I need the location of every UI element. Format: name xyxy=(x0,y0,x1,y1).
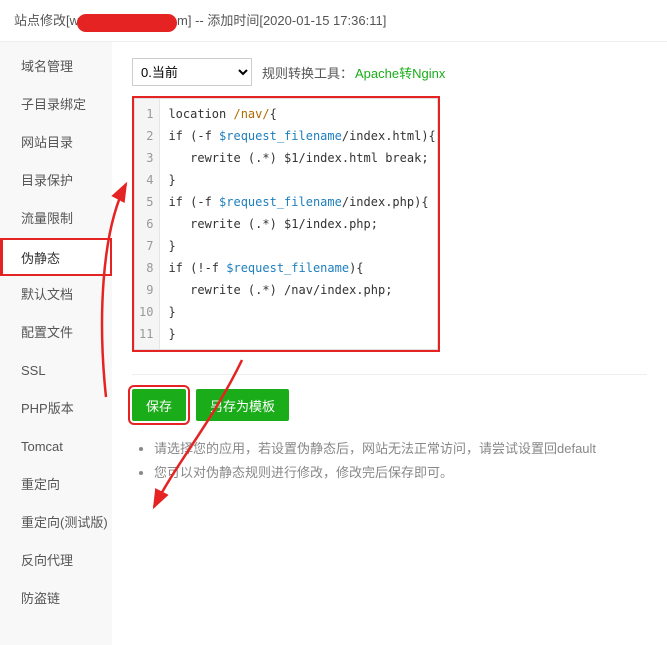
help-tips: 请选择您的应用，若设置伪静态后，网站无法正常访问，请尝试设置回default您可… xyxy=(132,437,647,485)
code-line: rewrite (.*) $1/index.html break; xyxy=(168,147,435,169)
title-suffix: m] -- 添加时间[2020-01-15 17:36:11] xyxy=(177,0,386,42)
apache-to-nginx-link[interactable]: Apache转Nginx xyxy=(355,63,445,82)
sidebar-item-7[interactable]: 配置文件 xyxy=(0,314,112,352)
sidebar-item-14[interactable]: 防盗链 xyxy=(0,580,112,618)
sidebar: 域名管理子目录绑定网站目录目录保护流量限制伪静态默认文档配置文件SSLPHP版本… xyxy=(0,42,112,645)
code-line: rewrite (.*) /nav/index.php; xyxy=(168,279,435,301)
sidebar-item-0[interactable]: 域名管理 xyxy=(0,48,112,86)
code-line: } xyxy=(168,301,435,323)
line-number: 2 xyxy=(139,125,153,147)
line-gutter: 1234567891011 xyxy=(135,99,160,349)
line-number: 8 xyxy=(139,257,153,279)
sidebar-item-3[interactable]: 目录保护 xyxy=(0,162,112,200)
line-number: 10 xyxy=(139,301,153,323)
line-number: 5 xyxy=(139,191,153,213)
sidebar-item-2[interactable]: 网站目录 xyxy=(0,124,112,162)
code-line: if (!-f $request_filename){ xyxy=(168,257,435,279)
sidebar-item-9[interactable]: PHP版本 xyxy=(0,390,112,428)
sidebar-item-10[interactable]: Tomcat xyxy=(0,428,112,466)
code-area[interactable]: location /nav/{if (-f $request_filename/… xyxy=(160,99,443,349)
sidebar-item-8[interactable]: SSL xyxy=(0,352,112,390)
title-prefix: 站点修改[w xyxy=(14,0,79,42)
redacted-domain xyxy=(77,14,177,32)
sidebar-item-4[interactable]: 流量限制 xyxy=(0,200,112,238)
sidebar-item-12[interactable]: 重定向(测试版) xyxy=(0,504,112,542)
code-line: if (-f $request_filename/index.php){ xyxy=(168,191,435,213)
code-line: location /nav/{ xyxy=(168,103,435,125)
sidebar-item-1[interactable]: 子目录绑定 xyxy=(0,86,112,124)
template-select[interactable]: 0.当前 xyxy=(132,58,252,86)
code-line: } xyxy=(168,323,435,345)
sidebar-item-13[interactable]: 反向代理 xyxy=(0,542,112,580)
tip-item: 您可以对伪静态规则进行修改，修改完后保存即可。 xyxy=(154,461,647,485)
main-content: 0.当前 规则转换工具： Apache转Nginx 1234567891011 … xyxy=(112,42,667,645)
line-number: 11 xyxy=(139,323,153,345)
line-number: 3 xyxy=(139,147,153,169)
convert-tool-label: 规则转换工具： xyxy=(262,63,353,82)
sidebar-item-11[interactable]: 重定向 xyxy=(0,466,112,504)
code-line: if (-f $request_filename/index.html){ xyxy=(168,125,435,147)
code-editor[interactable]: 1234567891011 location /nav/{if (-f $req… xyxy=(134,98,438,350)
dialog-title: 站点修改[w m] -- 添加时间[2020-01-15 17:36:11] xyxy=(0,0,667,42)
code-line: rewrite (.*) $1/index.php; xyxy=(168,213,435,235)
code-line: } xyxy=(168,169,435,191)
save-button[interactable]: 保存 xyxy=(132,389,186,421)
line-number: 1 xyxy=(139,103,153,125)
save-as-template-button[interactable]: 另存为模板 xyxy=(196,389,289,421)
code-editor-highlight: 1234567891011 location /nav/{if (-f $req… xyxy=(132,96,440,352)
divider xyxy=(132,374,647,375)
code-line: } xyxy=(168,235,435,257)
sidebar-item-6[interactable]: 默认文档 xyxy=(0,276,112,314)
tip-item: 请选择您的应用，若设置伪静态后，网站无法正常访问，请尝试设置回default xyxy=(154,437,647,461)
line-number: 9 xyxy=(139,279,153,301)
sidebar-item-5[interactable]: 伪静态 xyxy=(0,238,112,276)
line-number: 6 xyxy=(139,213,153,235)
line-number: 4 xyxy=(139,169,153,191)
line-number: 7 xyxy=(139,235,153,257)
